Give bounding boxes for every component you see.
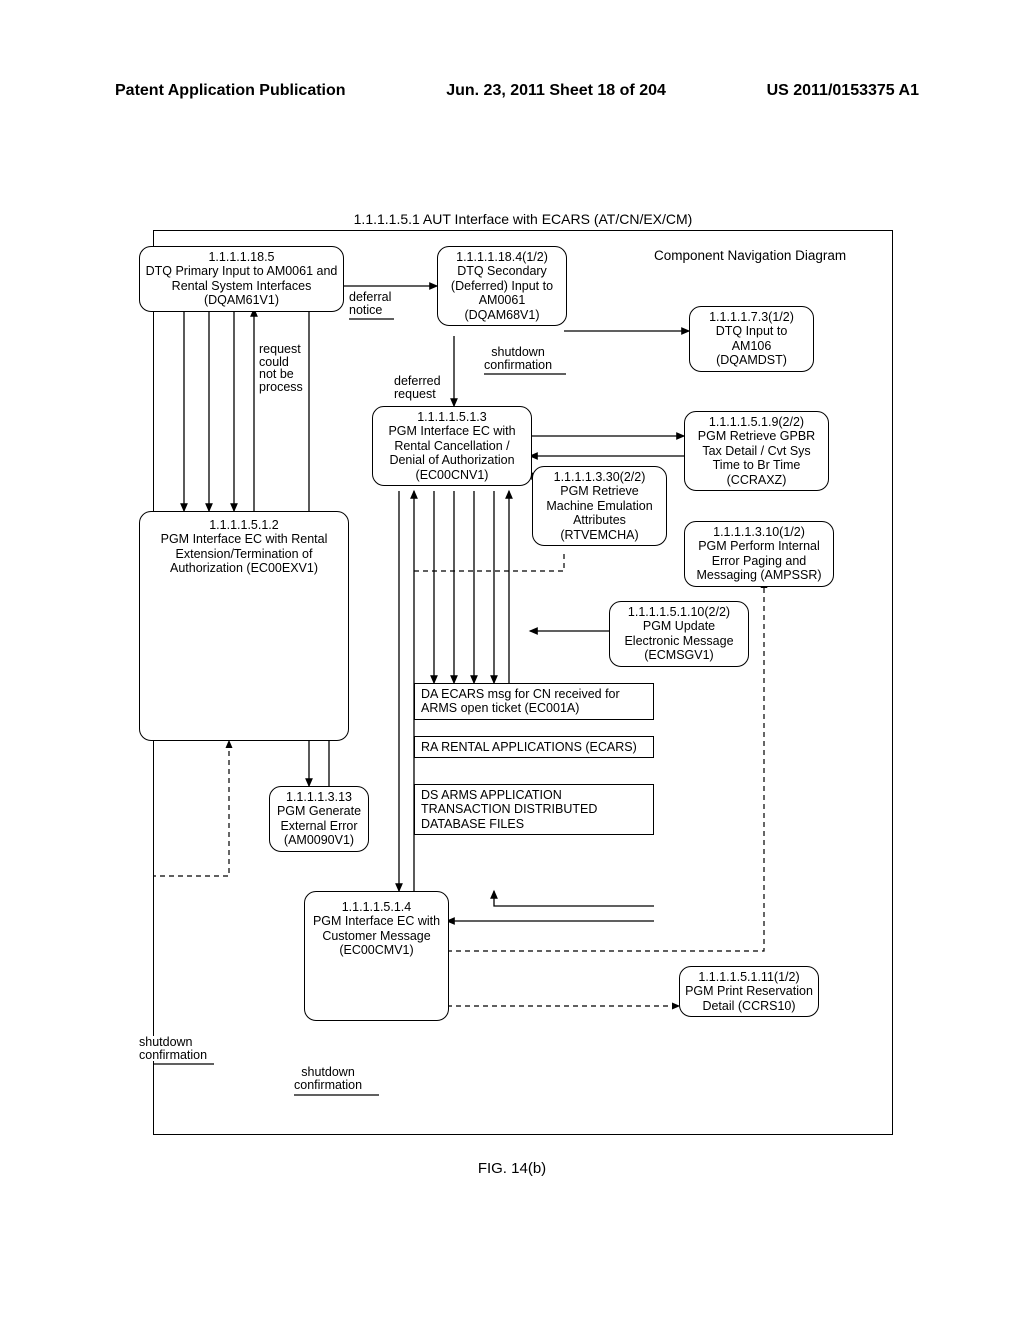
node-text: PGM Generate External Error (AM0090V1): [275, 804, 363, 847]
node-id: 1.1.1.1.5.1.11(1/2): [685, 970, 813, 984]
component-nav-diagram-label: Component Navigation Diagram: [654, 248, 846, 263]
header-middle: Jun. 23, 2011 Sheet 18 of 204: [446, 82, 666, 100]
header-left: Patent Application Publication: [115, 82, 346, 100]
node-text: PGM Retrieve Machine Emulation Attribute…: [538, 484, 661, 542]
diagram-frame: 1.1.1.1.5.1 AUT Interface with ECARS (AT…: [153, 230, 893, 1135]
node-dtq-secondary: 1.1.1.1.18.4(1/2) DTQ Secondary (Deferre…: [437, 246, 567, 326]
node-retrieve-machine: 1.1.1.1.3.30(2/2) PGM Retrieve Machine E…: [532, 466, 667, 546]
node-id: 1.1.1.1.5.1.10(2/2): [615, 605, 743, 619]
node-generate-error: 1.1.1.1.3.13 PGM Generate External Error…: [269, 786, 369, 852]
header-right: US 2011/0153375 A1: [767, 82, 919, 100]
node-text: DTQ Secondary (Deferred) Input to AM0061…: [443, 264, 561, 322]
node-print-reservation: 1.1.1.1.5.1.11(1/2) PGM Print Reservatio…: [679, 966, 819, 1017]
node-error-paging: 1.1.1.1.3.10(1/2) PGM Perform Internal E…: [684, 521, 834, 587]
node-retrieve-gpbr: 1.1.1.1.5.1.9(2/2) PGM Retrieve GPBR Tax…: [684, 411, 829, 491]
node-id: 1.1.1.1.5.1.2: [145, 518, 343, 532]
node-ec-cancel: 1.1.1.1.5.1.3 PGM Interface EC with Rent…: [372, 406, 532, 486]
label-shutdown-conf-2: shutdown confirmation: [139, 1036, 207, 1061]
label-deferred-request: deferred request: [394, 375, 441, 400]
node-dtq-am106: 1.1.1.1.7.3(1/2) DTQ Input to AM106 (DQA…: [689, 306, 814, 372]
label-deferral-notice: deferral notice: [349, 291, 391, 316]
rect-ds-arms: DS ARMS APPLICATION TRANSACTION DISTRIBU…: [414, 784, 654, 835]
node-update-msg: 1.1.1.1.5.1.10(2/2) PGM Update Electroni…: [609, 601, 749, 667]
node-text: PGM Update Electronic Message (ECMSGV1): [615, 619, 743, 662]
label-shutdown-conf-3: shutdown confirmation: [294, 1066, 362, 1091]
node-text: DTQ Input to AM106 (DQAMDST): [695, 324, 808, 367]
node-id: 1.1.1.1.7.3(1/2): [695, 310, 808, 324]
label-shutdown-conf-1: shutdown confirmation: [484, 346, 552, 371]
node-id: 1.1.1.1.18.4(1/2): [443, 250, 561, 264]
node-dtq-primary: 1.1.1.1.18.5 DTQ Primary Input to AM0061…: [139, 246, 344, 312]
node-text: DTQ Primary Input to AM0061 and Rental S…: [145, 264, 338, 307]
node-text: PGM Interface EC with Customer Message (…: [310, 914, 443, 957]
node-text: PGM Retrieve GPBR Tax Detail / Cvt Sys T…: [690, 429, 823, 487]
node-id: 1.1.1.1.5.1.4: [310, 900, 443, 914]
node-text: PGM Interface EC with Rental Extension/T…: [145, 532, 343, 575]
rect-da-ecars: DA ECARS msg for CN received for ARMS op…: [414, 683, 654, 720]
page-header: Patent Application Publication Jun. 23, …: [0, 82, 1024, 100]
figure-caption: FIG. 14(b): [0, 1160, 1024, 1177]
node-text: PGM Interface EC with Rental Cancellatio…: [378, 424, 526, 482]
node-id: 1.1.1.1.18.5: [145, 250, 338, 264]
frame-title: 1.1.1.1.5.1 AUT Interface with ECARS (AT…: [154, 211, 892, 227]
node-id: 1.1.1.1.3.13: [275, 790, 363, 804]
node-id: 1.1.1.1.3.30(2/2): [538, 470, 661, 484]
node-ec-customer-msg: 1.1.1.1.5.1.4 PGM Interface EC with Cust…: [304, 891, 449, 1021]
node-ec-extension: 1.1.1.1.5.1.2 PGM Interface EC with Rent…: [139, 511, 349, 741]
rect-ra-rental: RA RENTAL APPLICATIONS (ECARS): [414, 736, 654, 758]
node-id: 1.1.1.1.5.1.3: [378, 410, 526, 424]
node-id: 1.1.1.1.5.1.9(2/2): [690, 415, 823, 429]
node-text: PGM Perform Internal Error Paging and Me…: [690, 539, 828, 582]
node-text: PGM Print Reservation Detail (CCRS10): [685, 984, 813, 1013]
node-id: 1.1.1.1.3.10(1/2): [690, 525, 828, 539]
label-req-notprocess: request could not be process: [259, 343, 303, 393]
